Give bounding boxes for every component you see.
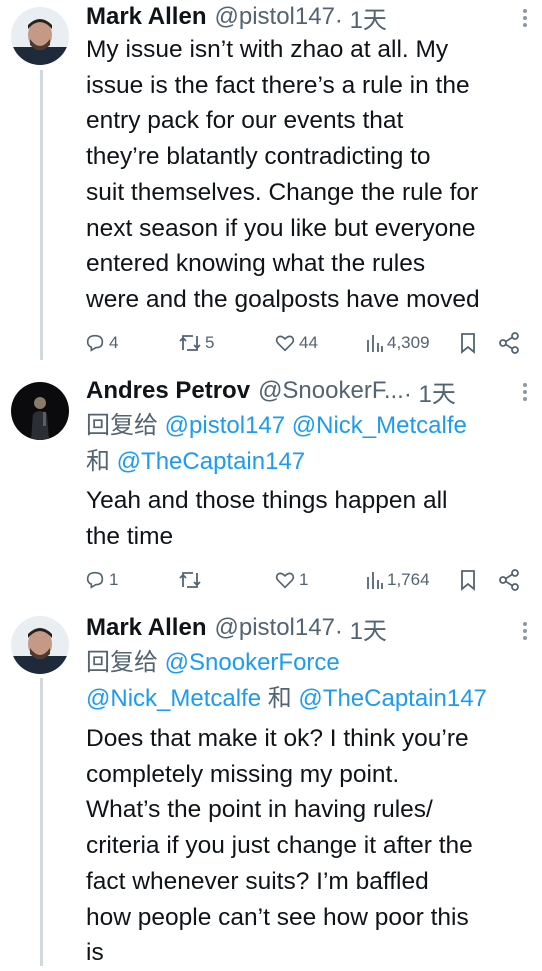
share-icon: [498, 332, 520, 354]
reply-and: 和: [86, 448, 110, 475]
tweet-text: My issue isn’t with zhao at all. My issu…: [86, 36, 480, 313]
more-icon[interactable]: [522, 382, 528, 406]
reply-mentions[interactable]: @pistol147 @Nick_Metcalfe: [165, 412, 467, 439]
tweet-header: Mark Allen @pistol147 · 1天: [86, 611, 530, 646]
author-handle[interactable]: @SnookerF...: [258, 377, 404, 405]
reply-label: 回复给: [86, 412, 158, 439]
action-bar: 4 5 44 4,309: [84, 329, 528, 357]
reply-and: 和: [267, 685, 292, 712]
bookmark-button[interactable]: [458, 566, 478, 594]
like-icon: [274, 569, 296, 591]
action-bar: 1 1 1,764: [84, 566, 528, 594]
tweet-header: Mark Allen @pistol147 · 1天: [86, 0, 530, 35]
avatar-mark-allen[interactable]: [11, 7, 69, 65]
bookmark-button[interactable]: [458, 329, 478, 357]
bookmark-icon: [458, 569, 478, 591]
bookmark-icon: [458, 332, 478, 354]
reply-mention[interactable]: @Nick_Metcalfe: [86, 685, 261, 712]
reply-mention[interactable]: @TheCaptain147: [117, 448, 305, 475]
retweet-count: 5: [205, 333, 215, 352]
like-count: 44: [299, 333, 318, 352]
like-button[interactable]: 1: [274, 566, 308, 594]
more-icon[interactable]: [522, 621, 528, 645]
tweet-2[interactable]: Andres Petrov @SnookerF... · 1天 回复给 @pis…: [0, 365, 542, 605]
views-icon: [366, 569, 384, 591]
author-name[interactable]: Mark Allen: [86, 614, 206, 642]
reply-to-line: 回复给 @pistol147 @Nick_Metcalfe 和 @TheCapt…: [86, 408, 532, 480]
tweet-3[interactable]: Mark Allen @pistol147 · 1天 回复给 @SnookerF…: [0, 605, 542, 966]
reply-mention[interactable]: @TheCaptain147: [298, 685, 486, 712]
author-handle[interactable]: @pistol147: [214, 3, 334, 31]
reply-button[interactable]: 4: [84, 329, 118, 357]
views-button[interactable]: 1,764: [366, 566, 430, 594]
like-button[interactable]: 44: [274, 329, 318, 357]
reply-to-line: 回复给 @SnookerForce @Nick_Metcalfe 和 @TheC…: [86, 645, 532, 717]
share-button[interactable]: [498, 329, 520, 357]
timestamp[interactable]: · 1天: [335, 0, 387, 35]
timestamp[interactable]: · 1天: [335, 611, 387, 646]
timestamp[interactable]: · 1天: [404, 374, 456, 409]
tweet-1[interactable]: Mark Allen @pistol147 · 1天 My issue isn’…: [0, 0, 542, 365]
tweet-text: Does that make it ok? I think you’re com…: [86, 725, 473, 967]
views-icon: [366, 332, 384, 354]
author-name[interactable]: Mark Allen: [86, 3, 206, 31]
avatar-andres-petrov[interactable]: [11, 382, 69, 440]
views-count: 4,309: [387, 333, 430, 352]
retweet-button[interactable]: [178, 566, 205, 594]
reply-count: 1: [109, 570, 119, 589]
reply-button[interactable]: 1: [84, 566, 118, 594]
views-button[interactable]: 4,309: [366, 329, 430, 357]
tweet-text: Yeah and those things happen all the tim…: [86, 487, 448, 550]
share-icon: [498, 569, 520, 591]
author-handle[interactable]: @pistol147: [214, 614, 334, 642]
reply-count: 4: [109, 333, 119, 352]
reply-icon: [84, 569, 106, 591]
like-count: 1: [299, 570, 309, 589]
more-icon[interactable]: [522, 8, 528, 32]
reply-label: 回复给: [86, 649, 158, 676]
avatar-mark-allen[interactable]: [11, 616, 69, 674]
reply-icon: [84, 332, 106, 354]
like-icon: [274, 332, 296, 354]
share-button[interactable]: [498, 566, 520, 594]
retweet-icon: [178, 569, 202, 591]
author-name[interactable]: Andres Petrov: [86, 377, 250, 405]
retweet-button[interactable]: 5: [178, 329, 214, 357]
views-count: 1,764: [387, 570, 430, 589]
reply-mention[interactable]: @SnookerForce: [165, 649, 340, 676]
tweet-header: Andres Petrov @SnookerF... · 1天: [86, 374, 530, 409]
retweet-icon: [178, 332, 202, 354]
